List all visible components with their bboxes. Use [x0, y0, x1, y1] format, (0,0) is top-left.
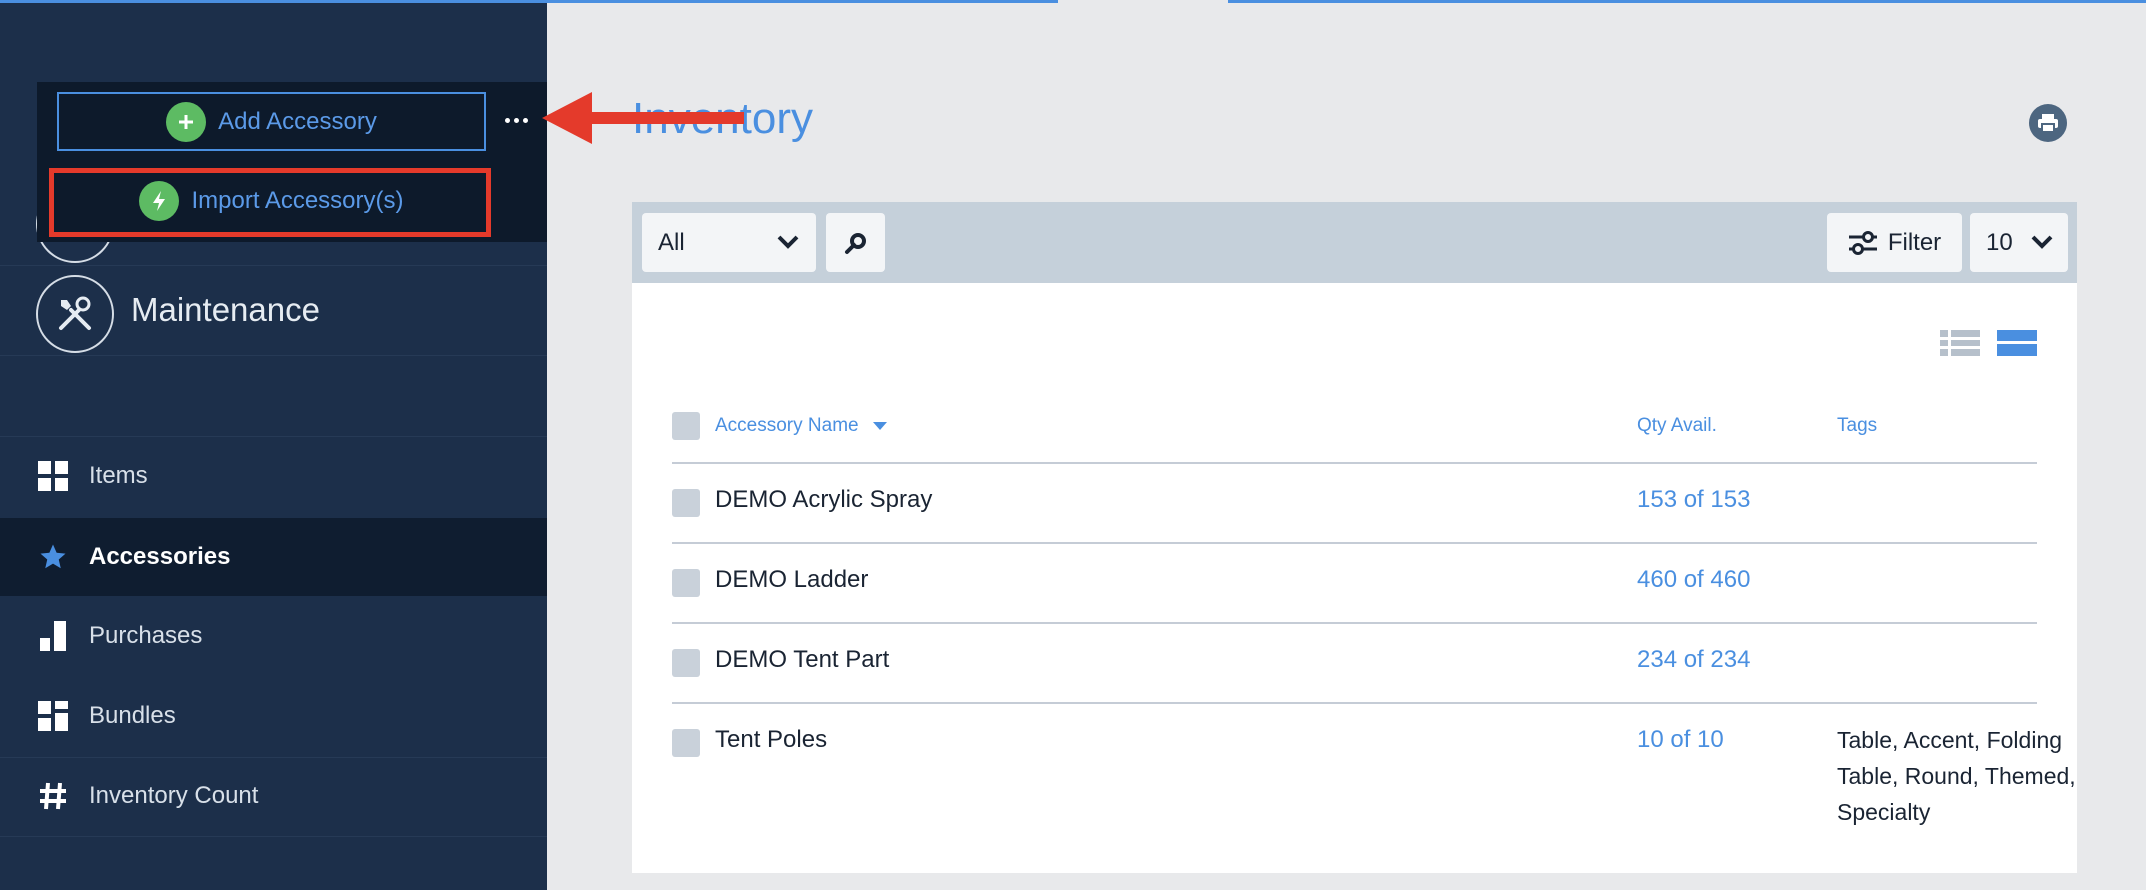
per-page-select[interactable]: 10	[1970, 213, 2068, 272]
accessory-tags: Table, Accent, Folding Table, Round, The…	[1837, 727, 2076, 825]
add-accessory-button[interactable]: Add Accessory	[57, 92, 486, 151]
table-row[interactable]: DEMO Tent Part 234 of 234	[672, 624, 2037, 702]
search-button[interactable]	[826, 213, 885, 272]
bundles-icon	[36, 699, 70, 733]
hash-icon	[36, 779, 70, 813]
chevron-down-icon	[777, 235, 799, 249]
filter-select-value: All	[658, 228, 685, 256]
search-icon	[844, 232, 866, 254]
filter-button[interactable]: Filter	[1827, 213, 1962, 272]
plus-icon	[166, 101, 207, 142]
sidebar-item-label: Purchases	[89, 622, 203, 649]
table-view-icon[interactable]	[1997, 330, 2037, 356]
sidebar-item-purchases[interactable]: Purchases	[0, 597, 547, 675]
star-icon	[36, 540, 70, 574]
table-header: Accessory Name Qty Avail. Tags	[672, 405, 2037, 447]
accessory-name[interactable]: Tent Poles	[715, 726, 827, 754]
sidebar-item-bundles[interactable]: Bundles	[0, 677, 547, 755]
column-header-name[interactable]: Accessory Name	[715, 405, 888, 447]
accessory-name[interactable]: DEMO Ladder	[715, 566, 868, 594]
column-header-tags[interactable]: Tags	[1837, 405, 1877, 447]
table-row[interactable]: DEMO Ladder 460 of 460	[672, 544, 2037, 622]
grid-icon	[36, 459, 70, 493]
sidebar: Maintenance Items Accessories Purchases …	[0, 0, 547, 890]
select-all-checkbox[interactable]	[672, 412, 700, 440]
highlight-box	[49, 168, 491, 237]
sidebar-item-accessories[interactable]: Accessories	[0, 518, 547, 596]
loading-bar	[0, 0, 2146, 3]
row-checkbox[interactable]	[672, 569, 700, 597]
row-checkbox[interactable]	[672, 649, 700, 677]
printer-icon	[2038, 114, 2058, 133]
sidebar-item-label: Bundles	[89, 702, 176, 729]
column-header-qty[interactable]: Qty Avail.	[1637, 405, 1717, 447]
qty-available[interactable]: 460 of 460	[1637, 566, 1750, 594]
per-page-value: 10	[1986, 228, 2013, 256]
row-checkbox[interactable]	[672, 729, 700, 757]
qty-available[interactable]: 153 of 153	[1637, 486, 1750, 514]
filter-select[interactable]: All	[642, 213, 816, 272]
accessories-panel: Accessory Name Qty Avail. Tags DEMO Acry…	[632, 283, 2077, 873]
sort-down-icon	[872, 421, 887, 430]
sliders-icon	[1848, 230, 1877, 255]
more-options-button[interactable]	[500, 105, 532, 135]
sidebar-item-label: Inventory Count	[89, 782, 259, 809]
qty-available[interactable]: 234 of 234	[1637, 646, 1750, 674]
qty-available[interactable]: 10 of 10	[1637, 726, 1724, 754]
row-checkbox[interactable]	[672, 489, 700, 517]
accessory-name[interactable]: DEMO Tent Part	[715, 646, 889, 674]
sidebar-item-inventory-count[interactable]: Inventory Count	[0, 757, 547, 835]
filter-label: Filter	[1887, 228, 1942, 256]
sidebar-item-label: Accessories	[89, 543, 231, 570]
print-button[interactable]	[2029, 104, 2067, 142]
maintenance-label[interactable]: Maintenance	[131, 291, 320, 329]
annotation-arrow	[542, 92, 744, 144]
list-view-icon[interactable]	[1940, 330, 1980, 356]
table-row[interactable]: DEMO Acrylic Spray 153 of 153	[672, 464, 2037, 542]
bar-chart-icon	[36, 619, 70, 653]
sidebar-item-label: Items	[89, 462, 148, 489]
maintenance-icon[interactable]	[36, 275, 114, 353]
accessory-name[interactable]: DEMO Acrylic Spray	[715, 486, 932, 514]
table-row[interactable]: Tent Poles 10 of 10 Table, Accent, Foldi…	[672, 704, 2076, 844]
sidebar-item-items[interactable]: Items	[0, 437, 547, 515]
add-accessory-label: Add Accessory	[218, 107, 377, 135]
table-toolbar: All Filter 10	[632, 202, 2077, 283]
chevron-down-icon	[2031, 235, 2053, 249]
